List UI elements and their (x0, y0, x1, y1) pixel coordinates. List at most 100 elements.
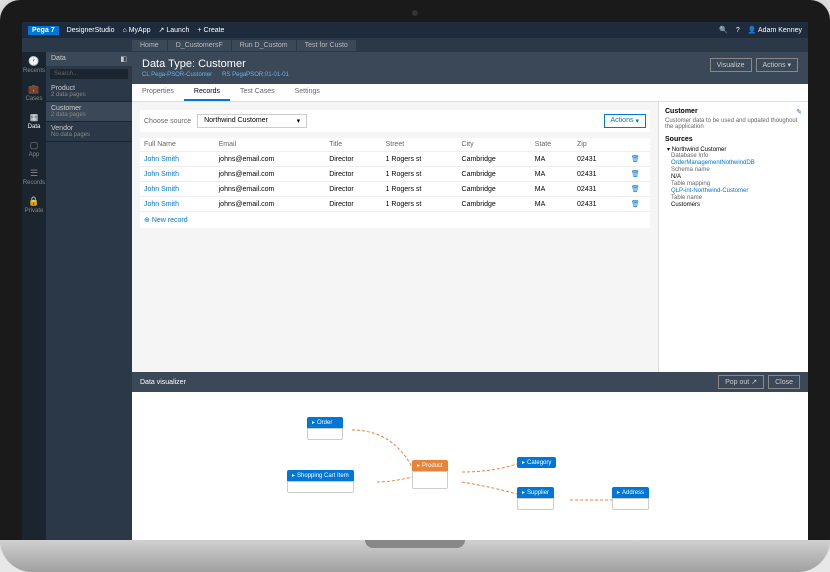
node-product[interactable]: ▸ Product CategorySupplier (412, 460, 448, 489)
tab-settings[interactable]: Settings (285, 84, 330, 101)
info-title: Customer (665, 108, 698, 115)
pega-logo: Pega 7 (28, 26, 59, 35)
node-cart[interactable]: ▸ Shopping Cart Item Product (287, 470, 354, 493)
rail-private[interactable]: 🔒Private (25, 196, 44, 214)
node-supplier[interactable]: ▸ Supplier Address (517, 487, 554, 510)
table-cell: 1 Rogers st (382, 182, 458, 197)
table-cell[interactable]: John Smith (140, 182, 215, 197)
delete-icon[interactable]: 🗑 (621, 152, 650, 167)
table-header[interactable]: State (531, 138, 573, 152)
table-row: John Smithjohns@email.comDirector1 Roger… (140, 182, 650, 197)
rail-app[interactable]: ▢App (29, 140, 40, 158)
table-cell: johns@email.com (215, 182, 326, 197)
rail-cases[interactable]: 💼Cases (25, 84, 42, 102)
table-cell: MA (531, 182, 573, 197)
table-row: John Smithjohns@email.comDirector1 Roger… (140, 167, 650, 182)
launch-menu[interactable]: ↗ Launch (159, 26, 190, 34)
table-cell: Cambridge (458, 197, 531, 212)
tab-bar: Home D_CustomersF Run D_Custom Test for … (22, 38, 808, 52)
collapse-icon[interactable]: ◧ (120, 55, 127, 63)
tab-records[interactable]: Records (184, 84, 230, 101)
info-value[interactable]: OrderManagementNothwindDB (671, 160, 802, 166)
table-cell[interactable]: John Smith (140, 167, 215, 182)
source-select[interactable]: Northwind Customer▾ (197, 114, 307, 128)
records-icon: ☰ (29, 168, 39, 178)
work-tabs: Properties Records Test Cases Settings (132, 84, 808, 102)
table-header[interactable]: Full Name (140, 138, 215, 152)
table-cell: MA (531, 197, 573, 212)
table-cell[interactable]: John Smith (140, 152, 215, 167)
chevron-down-icon: ▾ (635, 117, 639, 125)
table-cell: Director (325, 167, 381, 182)
rail-recents[interactable]: 🕐Recents (23, 56, 45, 74)
edit-icon[interactable]: ✎ (796, 108, 802, 118)
new-record-button[interactable]: ⊕ New record (140, 212, 650, 228)
info-desc: Customer data to be used and updated tho… (665, 118, 802, 130)
create-menu[interactable]: + Create (197, 27, 224, 34)
table-cell: MA (531, 167, 573, 182)
table-cell: Director (325, 152, 381, 167)
delete-icon[interactable]: 🗑 (621, 167, 650, 182)
content-header: Visualize Actions ▾ Data Type: Customer … (132, 52, 808, 84)
tab-test[interactable]: Test for Custo (297, 40, 356, 51)
info-value: Customers (671, 202, 802, 208)
briefcase-icon: 💼 (29, 84, 39, 94)
table-cell: 1 Rogers st (382, 197, 458, 212)
search-input[interactable]: Search... (50, 69, 128, 79)
table-header[interactable]: Street (382, 138, 458, 152)
table-cell: Cambridge (458, 152, 531, 167)
tab-home[interactable]: Home (132, 40, 167, 51)
source-label: Choose source (144, 118, 191, 125)
user-menu[interactable]: 👤 Adam Kenney (748, 26, 802, 34)
table-row: John Smithjohns@email.comDirector1 Roger… (140, 152, 650, 167)
tab-run[interactable]: Run D_Custom (232, 40, 296, 51)
table-header[interactable]: Zip (573, 138, 621, 152)
table-cell: Director (325, 182, 381, 197)
popout-button[interactable]: Pop out ↗ (718, 375, 764, 389)
table-header-actions (621, 138, 650, 152)
close-button[interactable]: Close (768, 375, 800, 389)
visualize-button[interactable]: Visualize (710, 58, 752, 72)
table-header[interactable]: City (458, 138, 531, 152)
help-icon[interactable]: ? (736, 27, 740, 34)
panel-title: Data (51, 55, 66, 63)
node-address[interactable]: ▸ Address Phone (612, 487, 649, 510)
table-cell[interactable]: John Smith (140, 197, 215, 212)
node-order[interactable]: ▸ Order Products (307, 417, 343, 440)
viz-canvas[interactable]: ▸ Order Products ▸ Shopping Cart Item Pr… (132, 392, 808, 540)
lock-icon: 🔒 (29, 196, 39, 206)
table-cell: johns@email.com (215, 152, 326, 167)
side-item-product[interactable]: Product2 data pages (46, 82, 132, 102)
info-panel: Customer ✎ Customer data to be used and … (658, 102, 808, 372)
info-label: Schema name (671, 167, 802, 173)
node-category[interactable]: ▸ Category (517, 457, 556, 468)
actions-button[interactable]: Actions ▾ (756, 58, 798, 72)
myapp-menu[interactable]: ⌂ MyApp (122, 27, 150, 34)
table-row: John Smithjohns@email.comDirector1 Roger… (140, 197, 650, 212)
icon-rail: 🕐Recents 💼Cases ▦Data ▢App ☰Records 🔒Pri… (22, 52, 46, 540)
search-icon[interactable]: 🔍 (719, 26, 728, 34)
delete-icon[interactable]: 🗑 (621, 197, 650, 212)
rail-records[interactable]: ☰Records (23, 168, 45, 186)
tab-testcases[interactable]: Test Cases (230, 84, 285, 101)
side-item-customer[interactable]: Customer2 data pages (46, 102, 132, 122)
table-header[interactable]: Email (215, 138, 326, 152)
tab-customers[interactable]: D_CustomersF (168, 40, 231, 51)
table-cell: 02431 (573, 197, 621, 212)
side-item-vendor[interactable]: VendorNo data pages (46, 122, 132, 142)
table-cell: MA (531, 152, 573, 167)
table-cell: 1 Rogers st (382, 152, 458, 167)
table-cell: Director (325, 197, 381, 212)
table-cell: 02431 (573, 167, 621, 182)
info-label: Database Info (671, 153, 802, 159)
info-label: Table name (671, 195, 802, 201)
source-actions-button[interactable]: Actions ▾ (604, 114, 646, 128)
rail-data[interactable]: ▦Data (28, 112, 41, 130)
chevron-down-icon: ▾ (297, 117, 301, 125)
tab-properties[interactable]: Properties (132, 84, 184, 101)
info-label: Table mapping (671, 181, 802, 187)
table-header[interactable]: Title (325, 138, 381, 152)
grid-icon: ▦ (29, 112, 39, 122)
delete-icon[interactable]: 🗑 (621, 182, 650, 197)
info-value[interactable]: QLP-int-Northwind-Customer (671, 188, 802, 194)
